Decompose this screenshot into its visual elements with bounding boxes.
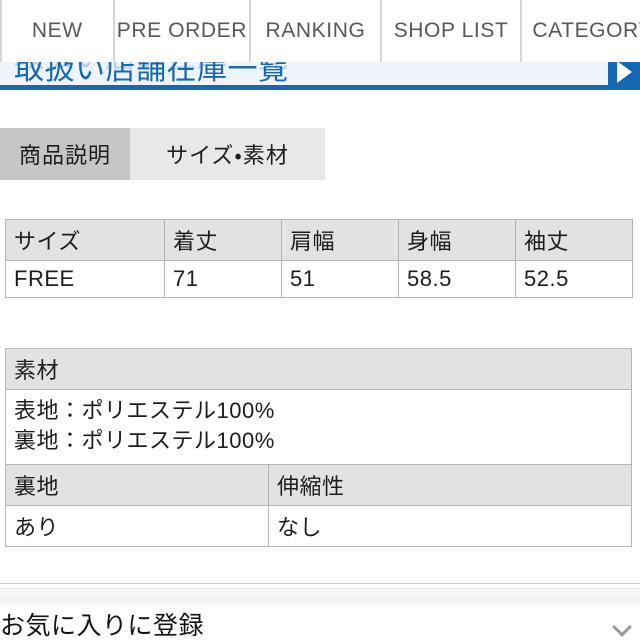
nav-item-ranking-label: RANKING [265, 19, 366, 42]
table-header-row: 素材 [5, 348, 632, 390]
tab-size-material[interactable]: サイズ・素材 [130, 128, 325, 180]
table-header-row: 裏地 伸縮性 [5, 464, 632, 506]
table-row: あり なし [5, 505, 632, 547]
tab-product-description[interactable]: 商品説明 [0, 128, 130, 180]
nav-item-new[interactable]: NEW [0, 0, 115, 62]
stretch-col-header: 伸縮性 [268, 464, 632, 506]
nav-item-pre-order[interactable]: PRE ORDER [114, 0, 252, 62]
lining-col-header: 裏地 [5, 464, 269, 506]
chest-value: 58.5 [398, 260, 516, 298]
sleeve-value: 52.5 [515, 260, 633, 298]
length-col-header: 着丈 [164, 219, 282, 261]
stretch-value: なし [268, 505, 632, 547]
global-navigation: NEW PRE ORDER RANKING SHOP LIST CATEGORY [0, 0, 640, 62]
material-composition-line-lining: 裏地：ポリエステル100% [14, 428, 275, 453]
material-table: 素材 表地：ポリエステル100% 裏地：ポリエステル100% 裏地 伸縮性 あり… [5, 348, 632, 547]
material-composition-line-outer: 表地：ポリエステル100% [14, 398, 275, 423]
lining-value: あり [5, 505, 269, 547]
section-gradient-strip [0, 589, 640, 609]
material-composition-cell: 表地：ポリエステル100% 裏地：ポリエステル100% [5, 389, 632, 465]
product-detail-page: 取扱い店舗在庫一覧 取扱い店舗在庫一覧 NEW PRE ORDER RANKIN… [0, 0, 640, 640]
add-to-favorites-label: お気に入りに登録 [0, 612, 205, 640]
tab-product-description-label: 商品説明 [18, 143, 111, 168]
tabs-filler [325, 128, 640, 180]
size-measurement-table: サイズ 着丈 肩幅 身幅 袖丈 FREE 71 51 58.5 52.5 [5, 219, 633, 298]
shoulder-value: 51 [281, 260, 399, 298]
material-col-header: 素材 [5, 348, 632, 390]
play-triangle-right-icon [616, 61, 632, 83]
length-value: 71 [164, 260, 282, 298]
add-to-favorites-row[interactable]: お気に入りに登録 [0, 612, 640, 640]
nav-item-new-label: NEW [31, 19, 83, 42]
sleeve-col-header: 袖丈 [515, 219, 633, 261]
size-col-header: サイズ [5, 219, 165, 261]
chevron-down-icon[interactable] [614, 620, 630, 636]
nav-item-shop-list[interactable]: SHOP LIST [381, 0, 523, 62]
chest-col-header: 身幅 [398, 219, 516, 261]
product-detail-tabs: 商品説明 サイズ・素材 [0, 128, 640, 180]
size-value: FREE [5, 260, 165, 298]
nav-item-shop-list-label: SHOP LIST [393, 19, 509, 42]
table-header-row: サイズ 着丈 肩幅 身幅 袖丈 [5, 219, 633, 261]
tab-size-material-label: サイズ・素材 [166, 143, 289, 168]
nav-item-pre-order-label: PRE ORDER [116, 19, 248, 42]
table-row: 表地：ポリエステル100% 裏地：ポリエステル100% [5, 389, 632, 465]
nav-item-category-label: CATEGORY [532, 19, 640, 42]
section-divider-top [0, 583, 640, 584]
shoulder-col-header: 肩幅 [281, 219, 399, 261]
nav-item-category[interactable]: CATEGORY [522, 0, 640, 62]
nav-item-ranking[interactable]: RANKING [251, 0, 382, 62]
table-row: FREE 71 51 58.5 52.5 [5, 260, 633, 298]
